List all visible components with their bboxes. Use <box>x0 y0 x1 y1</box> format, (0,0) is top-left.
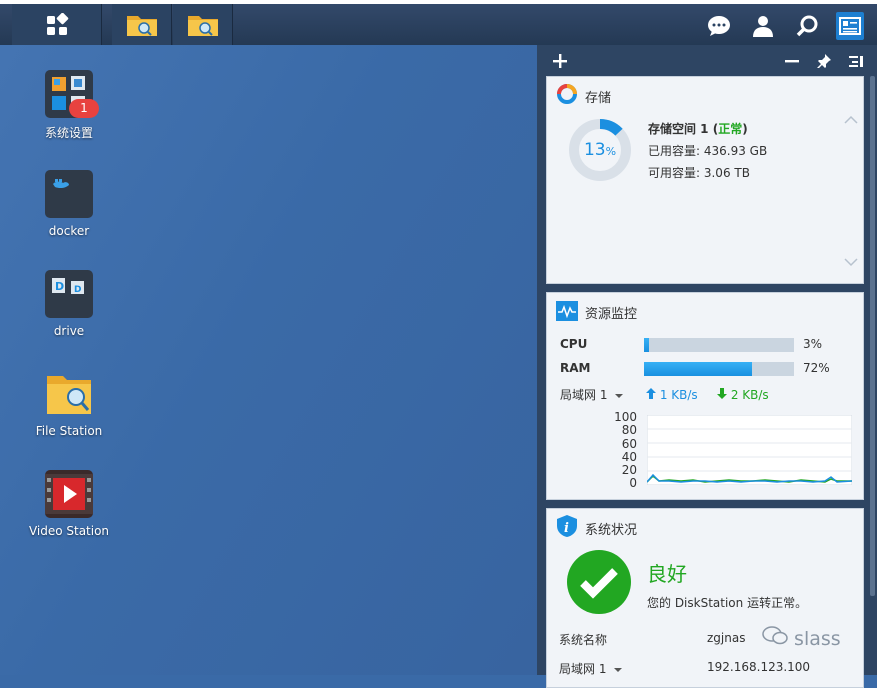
network-traffic-chart <box>647 415 852 485</box>
cpu-value: 3% <box>803 337 823 351</box>
system-health-widget: i 系统状况 良好 您的 DiskStation 运转正常。 系统名称 zgjn… <box>546 508 864 688</box>
cpu-bar <box>644 338 794 352</box>
info-shield-icon: i <box>557 515 577 537</box>
search-icon <box>796 15 818 37</box>
control-panel-icon: 1 <box>45 70 99 118</box>
user-icon <box>753 16 773 37</box>
widget-layout-button[interactable] <box>846 51 866 71</box>
chevron-down-icon[interactable] <box>844 257 858 267</box>
grid-icon <box>46 12 68 35</box>
app-label: Video Station <box>28 524 110 538</box>
y-axis-labels: 100 80 60 40 20 0 <box>614 410 637 491</box>
user-button[interactable] <box>749 12 777 40</box>
ram-value: 72% <box>803 361 830 375</box>
check-circle-icon <box>567 550 631 614</box>
storage-widget: 存储 13% 存储空间 1 (正常) 已用容量: 436.93 GB 可用容量:… <box>546 76 864 284</box>
add-widget-button[interactable] <box>550 51 570 71</box>
pin-widgets-button[interactable] <box>814 51 834 71</box>
app-label: drive <box>53 324 85 338</box>
download-rate: 2 KB/s <box>717 388 769 402</box>
svg-text:i: i <box>564 521 569 536</box>
minimize-widgets-button[interactable] <box>782 51 802 71</box>
folder-search-icon <box>187 15 218 36</box>
taskbar-file-station-1[interactable] <box>112 4 172 45</box>
widget-title: 存储 <box>585 91 612 106</box>
widget-scrollbar[interactable] <box>870 76 875 596</box>
app-video-station[interactable]: Video Station <box>20 470 118 538</box>
desktop: 1 系统设置 docker DD drive File Station Vide… <box>0 45 537 675</box>
free-capacity: 可用容量: 3.06 TB <box>648 166 750 180</box>
health-state: 良好 <box>647 562 687 586</box>
search-button[interactable] <box>793 12 821 40</box>
resource-monitor-widget: 资源监控 CPU 3% RAM 72% 局域网 1 1 KB/s 2 KB/s … <box>546 292 864 500</box>
used-capacity: 已用容量: 436.93 GB <box>648 144 768 158</box>
arrow-down-icon <box>717 388 727 399</box>
watermark: slass <box>762 625 841 650</box>
taskbar <box>0 0 877 45</box>
main-menu-button[interactable] <box>12 4 102 45</box>
widget-title: 系统状况 <box>585 523 638 538</box>
cpu-bar-fill <box>644 338 649 352</box>
ram-label: RAM <box>560 361 591 375</box>
ram-bar <box>644 362 794 376</box>
upload-rate: 1 KB/s <box>646 388 698 402</box>
app-label: docker <box>48 224 90 238</box>
wechat-icon <box>762 626 788 645</box>
widgets-toggle-button[interactable] <box>836 12 864 40</box>
storage-pie-icon <box>557 84 577 104</box>
system-name-label: 系统名称 <box>559 633 608 647</box>
ram-bar-fill <box>644 362 752 376</box>
taskbar-file-station-2[interactable] <box>173 4 233 45</box>
svg-text:D: D <box>55 280 64 293</box>
cpu-label: CPU <box>560 337 588 351</box>
health-message: 您的 DiskStation 运转正常。 <box>647 596 808 610</box>
system-name-value: zgjnas <box>707 631 746 645</box>
lan-label: 局域网 1 <box>559 660 623 677</box>
app-label: 系统设置 <box>44 126 93 140</box>
notification-badge: 1 <box>69 99 99 118</box>
plus-icon <box>553 54 567 68</box>
app-docker[interactable]: docker <box>20 170 118 238</box>
minus-icon <box>785 60 799 63</box>
notifications-button[interactable] <box>705 12 733 40</box>
docker-icon <box>45 170 93 218</box>
folder-search-icon <box>45 370 93 418</box>
volume-status: 正常 <box>718 122 743 136</box>
layout-icon <box>849 56 863 67</box>
pin-icon <box>817 54 831 68</box>
drive-icon: DD <box>45 270 93 318</box>
app-file-station[interactable]: File Station <box>20 370 118 438</box>
widget-panel: 存储 13% 存储空间 1 (正常) 已用容量: 436.93 GB 可用容量:… <box>537 45 877 688</box>
folder-search-icon <box>126 15 157 36</box>
network-selector[interactable]: 局域网 1 <box>560 386 624 403</box>
lan-ip-value: 192.168.123.100 <box>707 660 811 674</box>
volume-name: 存储空间 1 (正常) <box>648 122 748 136</box>
monitor-pulse-icon <box>556 301 578 321</box>
chevron-up-icon[interactable] <box>844 115 858 125</box>
widgets-icon <box>839 17 861 35</box>
film-play-icon <box>45 470 93 518</box>
app-control-panel[interactable]: 1 系统设置 <box>20 70 118 141</box>
widget-title: 资源监控 <box>585 307 638 322</box>
svg-text:D: D <box>74 285 81 295</box>
app-label: File Station <box>35 424 103 438</box>
arrow-up-icon <box>646 388 656 399</box>
app-drive[interactable]: DD drive <box>20 270 118 338</box>
chat-icon <box>708 16 730 36</box>
caret-down-icon <box>614 668 623 672</box>
usage-percent: 13% <box>583 140 617 160</box>
caret-down-icon <box>615 394 624 398</box>
